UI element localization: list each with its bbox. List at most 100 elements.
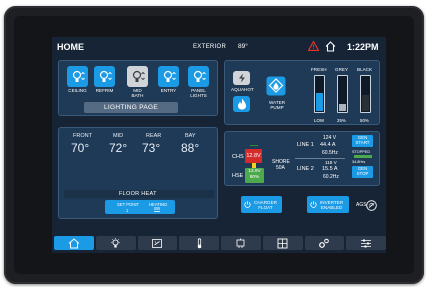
line1-hz: 60.5Hz: [322, 150, 338, 156]
hse-percent: 80%: [249, 175, 260, 180]
tank-label-fresh: FRESH: [311, 67, 327, 72]
light-button-refrim[interactable]: REFRIM: [94, 66, 115, 99]
tank-fill: [339, 104, 346, 111]
water-pump-icon: [266, 76, 286, 96]
tank-label-black: BLACK: [357, 67, 373, 72]
zone-temp-mid[interactable]: 72°: [109, 141, 127, 155]
lightbulb-icon: [188, 66, 209, 87]
clock: 1:22PM: [347, 42, 379, 52]
tank-percent-fresh: LOW: [314, 118, 325, 123]
light-label: MID BATH: [131, 88, 144, 98]
light-label: PANEL LIGHTS: [190, 88, 207, 98]
nav-system[interactable]: [346, 236, 386, 250]
light-button-mid-bath[interactable]: MID BATH: [127, 66, 148, 99]
line2-hz: 60.2Hz: [323, 174, 339, 180]
gen-status-bar: [354, 155, 372, 158]
zone-label-bay: BAY: [185, 133, 196, 139]
light-label: ENTRY: [160, 88, 177, 93]
chs-label: CHS: [232, 154, 244, 160]
light-button-ceiling[interactable]: CEILING: [67, 66, 88, 99]
exterior-temp: 89°: [238, 43, 248, 50]
light-label: REFRIM: [95, 88, 114, 93]
thermometer-icon: [197, 237, 201, 248]
floor-heat-title: FLOOR HEAT: [119, 191, 157, 197]
aquahot-toggle[interactable]: [233, 71, 250, 85]
zone-temp-rear[interactable]: 73°: [142, 141, 160, 155]
line2-label: LINE 2: [297, 166, 314, 172]
power-icon: [236, 238, 245, 248]
exterior-label: EXTERIOR: [193, 44, 227, 50]
set-point-label: SET POINT: [117, 202, 140, 207]
lighting-page-button[interactable]: LIGHTING PAGE: [84, 102, 178, 113]
lightbulb-icon: [127, 66, 148, 87]
inverter-button[interactable]: INVERTER ENABLED: [307, 196, 349, 213]
pump-icon: [152, 238, 163, 248]
lightbulb-icon: [94, 66, 115, 87]
light-label: CEILING: [68, 88, 87, 93]
zone-label-mid: MID: [113, 133, 124, 139]
line2-amps: 15.5 A: [322, 166, 338, 172]
zone-temp-front[interactable]: 70°: [71, 141, 89, 155]
gen-status: STOPPED: [352, 150, 371, 154]
tank-percent-black: 50%: [360, 118, 369, 123]
aquahot-label: AQUAHOT: [231, 87, 254, 92]
heating-icon: [154, 207, 160, 213]
gen-stop-button[interactable]: GEN STOP: [352, 166, 373, 178]
light-button-entry[interactable]: ENTRY: [158, 66, 179, 99]
bottom-nav: [52, 233, 386, 253]
gen-start-button[interactable]: GEN START: [352, 135, 373, 147]
tank-label-grey: GREY: [335, 67, 349, 72]
gen-hours: 34.8Hrs: [352, 160, 366, 164]
nav-shades[interactable]: [262, 236, 303, 250]
ags-label: AGS: [356, 202, 367, 208]
page-title: HOME: [57, 42, 84, 52]
alert-icon[interactable]: [307, 40, 320, 53]
nav-power[interactable]: [221, 236, 261, 250]
hse-voltage-badge: 13.9V 80%: [245, 168, 264, 183]
nav-settings[interactable]: [304, 236, 345, 250]
lightning-icon: [238, 73, 245, 83]
charger-state: FLOAT: [258, 204, 273, 210]
nav-home[interactable]: [54, 236, 94, 250]
sliders-icon: [361, 239, 372, 247]
home-icon[interactable]: [325, 41, 336, 54]
gear-icon: [319, 238, 330, 248]
tank-gauge-grey: [337, 75, 348, 113]
window-icon: [277, 238, 288, 248]
hse-label: HSE: [232, 173, 244, 179]
tank-fill: [316, 93, 323, 111]
aquahot-flame-button[interactable]: [233, 96, 250, 112]
water-pump-label: WATER PUMP: [268, 100, 286, 110]
top-bar: HOME EXTERIOR 89° 1:22PM: [52, 37, 386, 57]
flame-icon: [237, 98, 246, 110]
divider: [295, 158, 345, 159]
line1-amps: 44.4 A: [320, 142, 336, 148]
battery-connector-icon: [250, 145, 258, 149]
zone-label-rear: REAR: [146, 133, 162, 139]
home-icon: [68, 237, 80, 248]
line1-voltage: 124 V: [323, 135, 337, 141]
zone-label-front: FRONT: [73, 133, 92, 139]
water-pump-button[interactable]: [265, 75, 287, 97]
tank-gauge-black: [360, 75, 371, 113]
floor-heat-control[interactable]: SET POINT 1 HEATING: [105, 200, 175, 214]
line1-label: LINE 1: [297, 142, 314, 148]
chs-voltage-badge: 12.8V: [245, 149, 262, 163]
zone-temp-bay[interactable]: 88°: [181, 141, 199, 155]
inverter-label: INVERTER: [320, 199, 344, 205]
lightbulb-icon: [158, 66, 179, 87]
charger-label: CHARGER: [254, 199, 277, 205]
lightbulb-icon: [111, 237, 120, 247]
tank-percent-grey: 25%: [337, 118, 346, 123]
tank-gauge-fresh: [314, 75, 325, 113]
line2-voltage: 118 V: [325, 160, 337, 165]
nav-climate[interactable]: [179, 236, 219, 250]
nav-pumps[interactable]: [137, 236, 178, 250]
charger-button[interactable]: CHARGER FLOAT: [241, 196, 282, 213]
nav-lighting[interactable]: [95, 236, 136, 250]
ags-toggle-icon[interactable]: [366, 198, 377, 216]
shore-amps: 50A: [276, 165, 285, 171]
lightbulb-icon: [67, 66, 88, 87]
light-button-panel-lights[interactable]: PANEL LIGHTS: [188, 66, 209, 99]
tank-fill: [362, 95, 369, 111]
